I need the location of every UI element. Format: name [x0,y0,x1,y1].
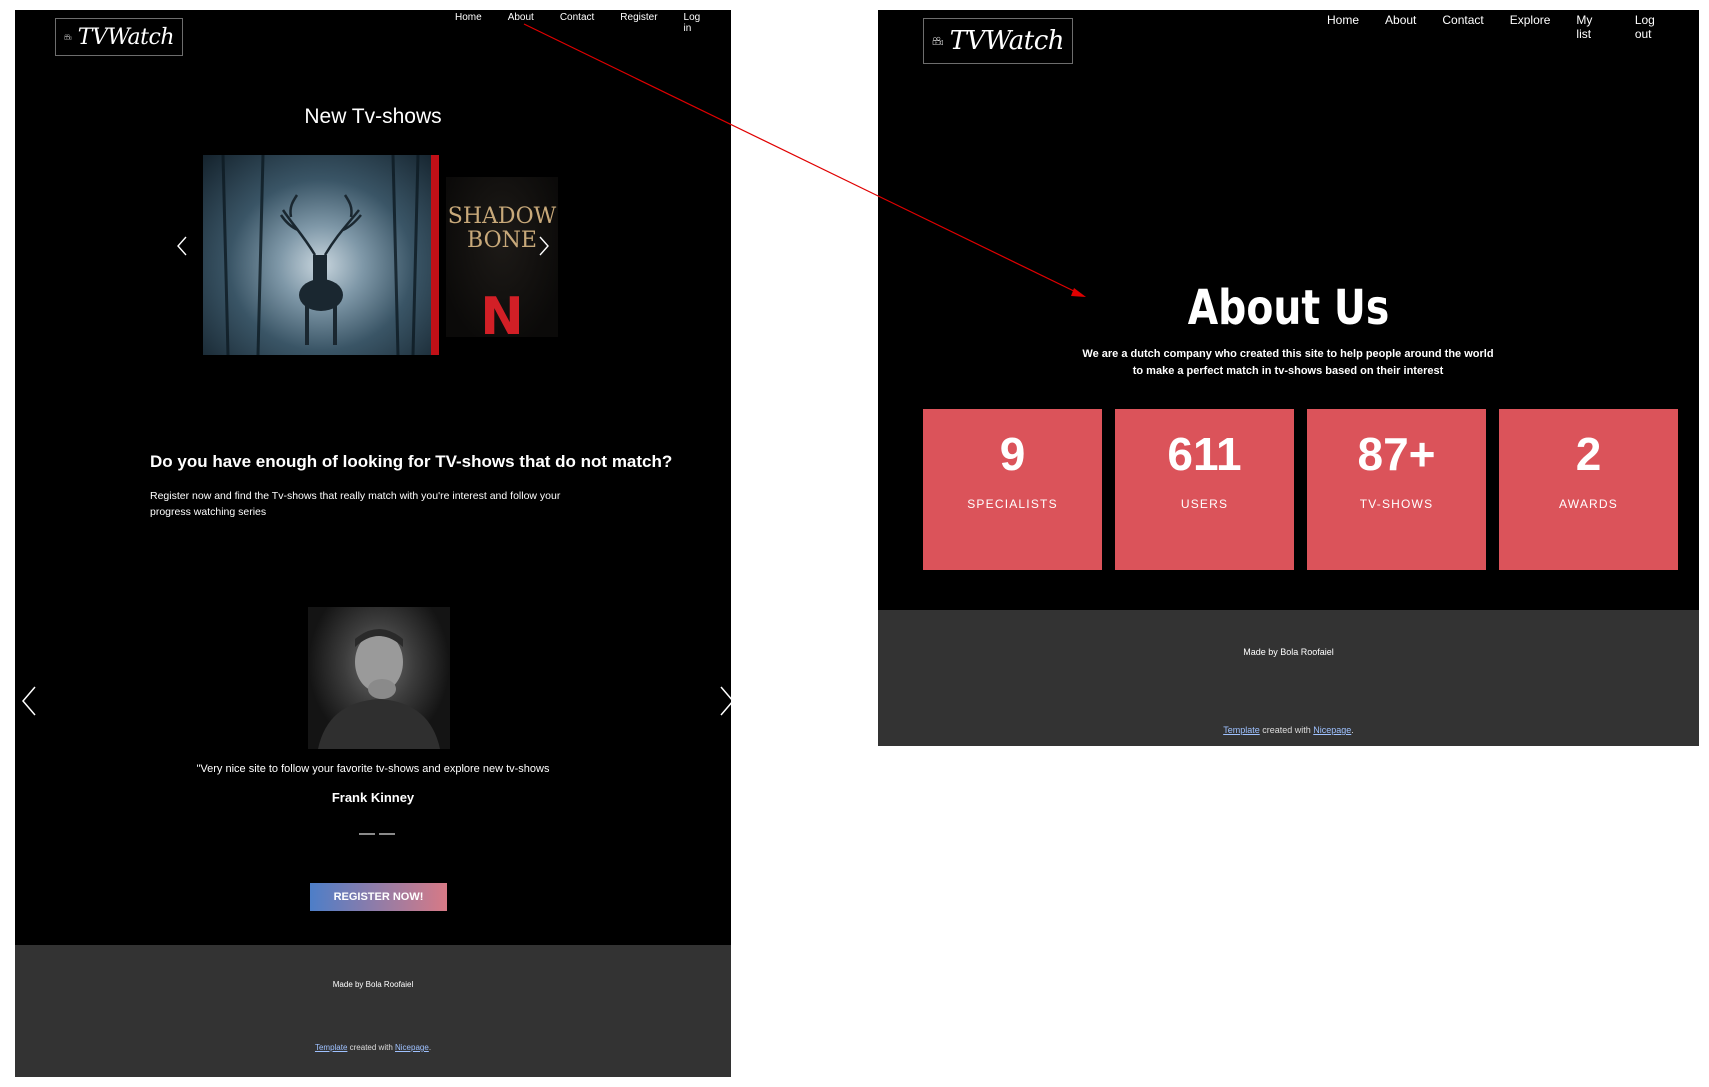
arrow-head-icon [1071,288,1086,297]
navigation-arrow-annotation [523,23,1086,297]
arrow-line [523,23,1081,295]
